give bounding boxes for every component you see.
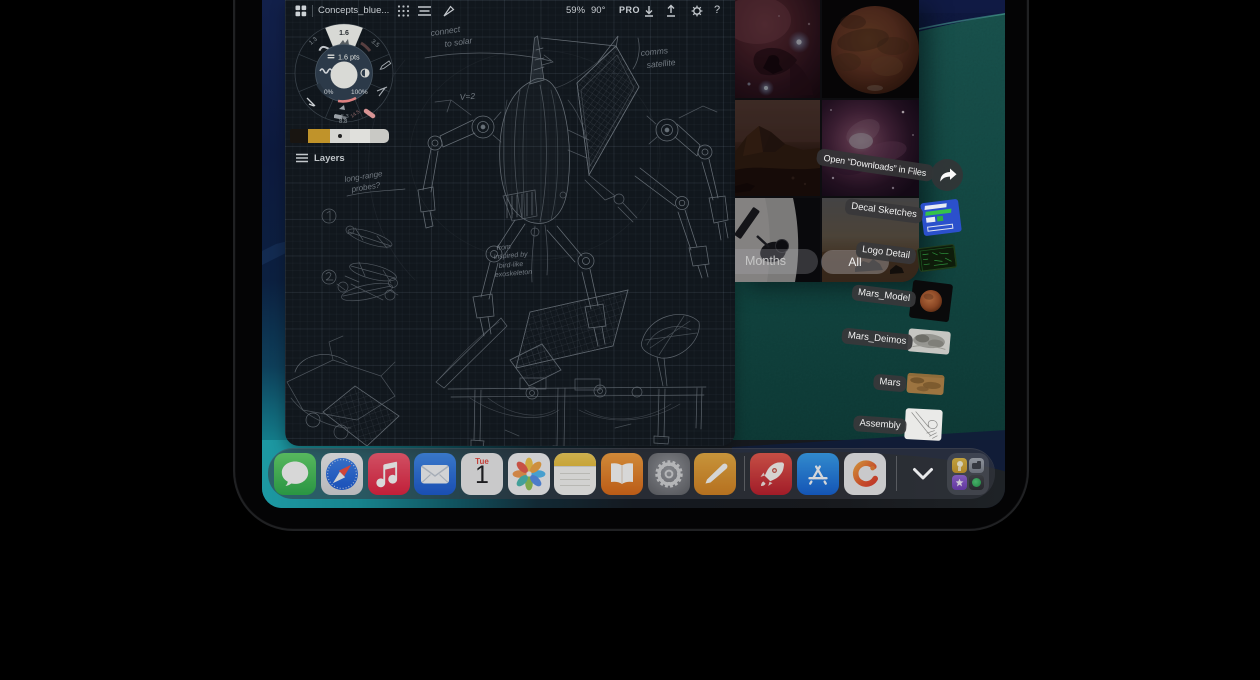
svg-text:bird-like: bird-like	[499, 261, 524, 270]
svg-text:to solar: to solar	[444, 35, 474, 49]
svg-text:probes?: probes?	[350, 180, 381, 194]
svg-text:100%: 100%	[351, 89, 368, 96]
svg-text:1.6 pts: 1.6 pts	[338, 53, 360, 62]
svg-text:connect: connect	[430, 24, 462, 38]
svg-text:exoskeleton: exoskeleton	[495, 269, 533, 279]
svg-text:from: from	[497, 244, 512, 252]
svg-text:satellite: satellite	[646, 57, 676, 70]
svg-text:comms: comms	[640, 45, 669, 58]
svg-text:V=2: V=2	[459, 91, 475, 102]
svg-text:1.6: 1.6	[339, 30, 349, 37]
svg-text:0%: 0%	[324, 89, 334, 96]
svg-text:5.3: 5.3	[341, 114, 349, 120]
